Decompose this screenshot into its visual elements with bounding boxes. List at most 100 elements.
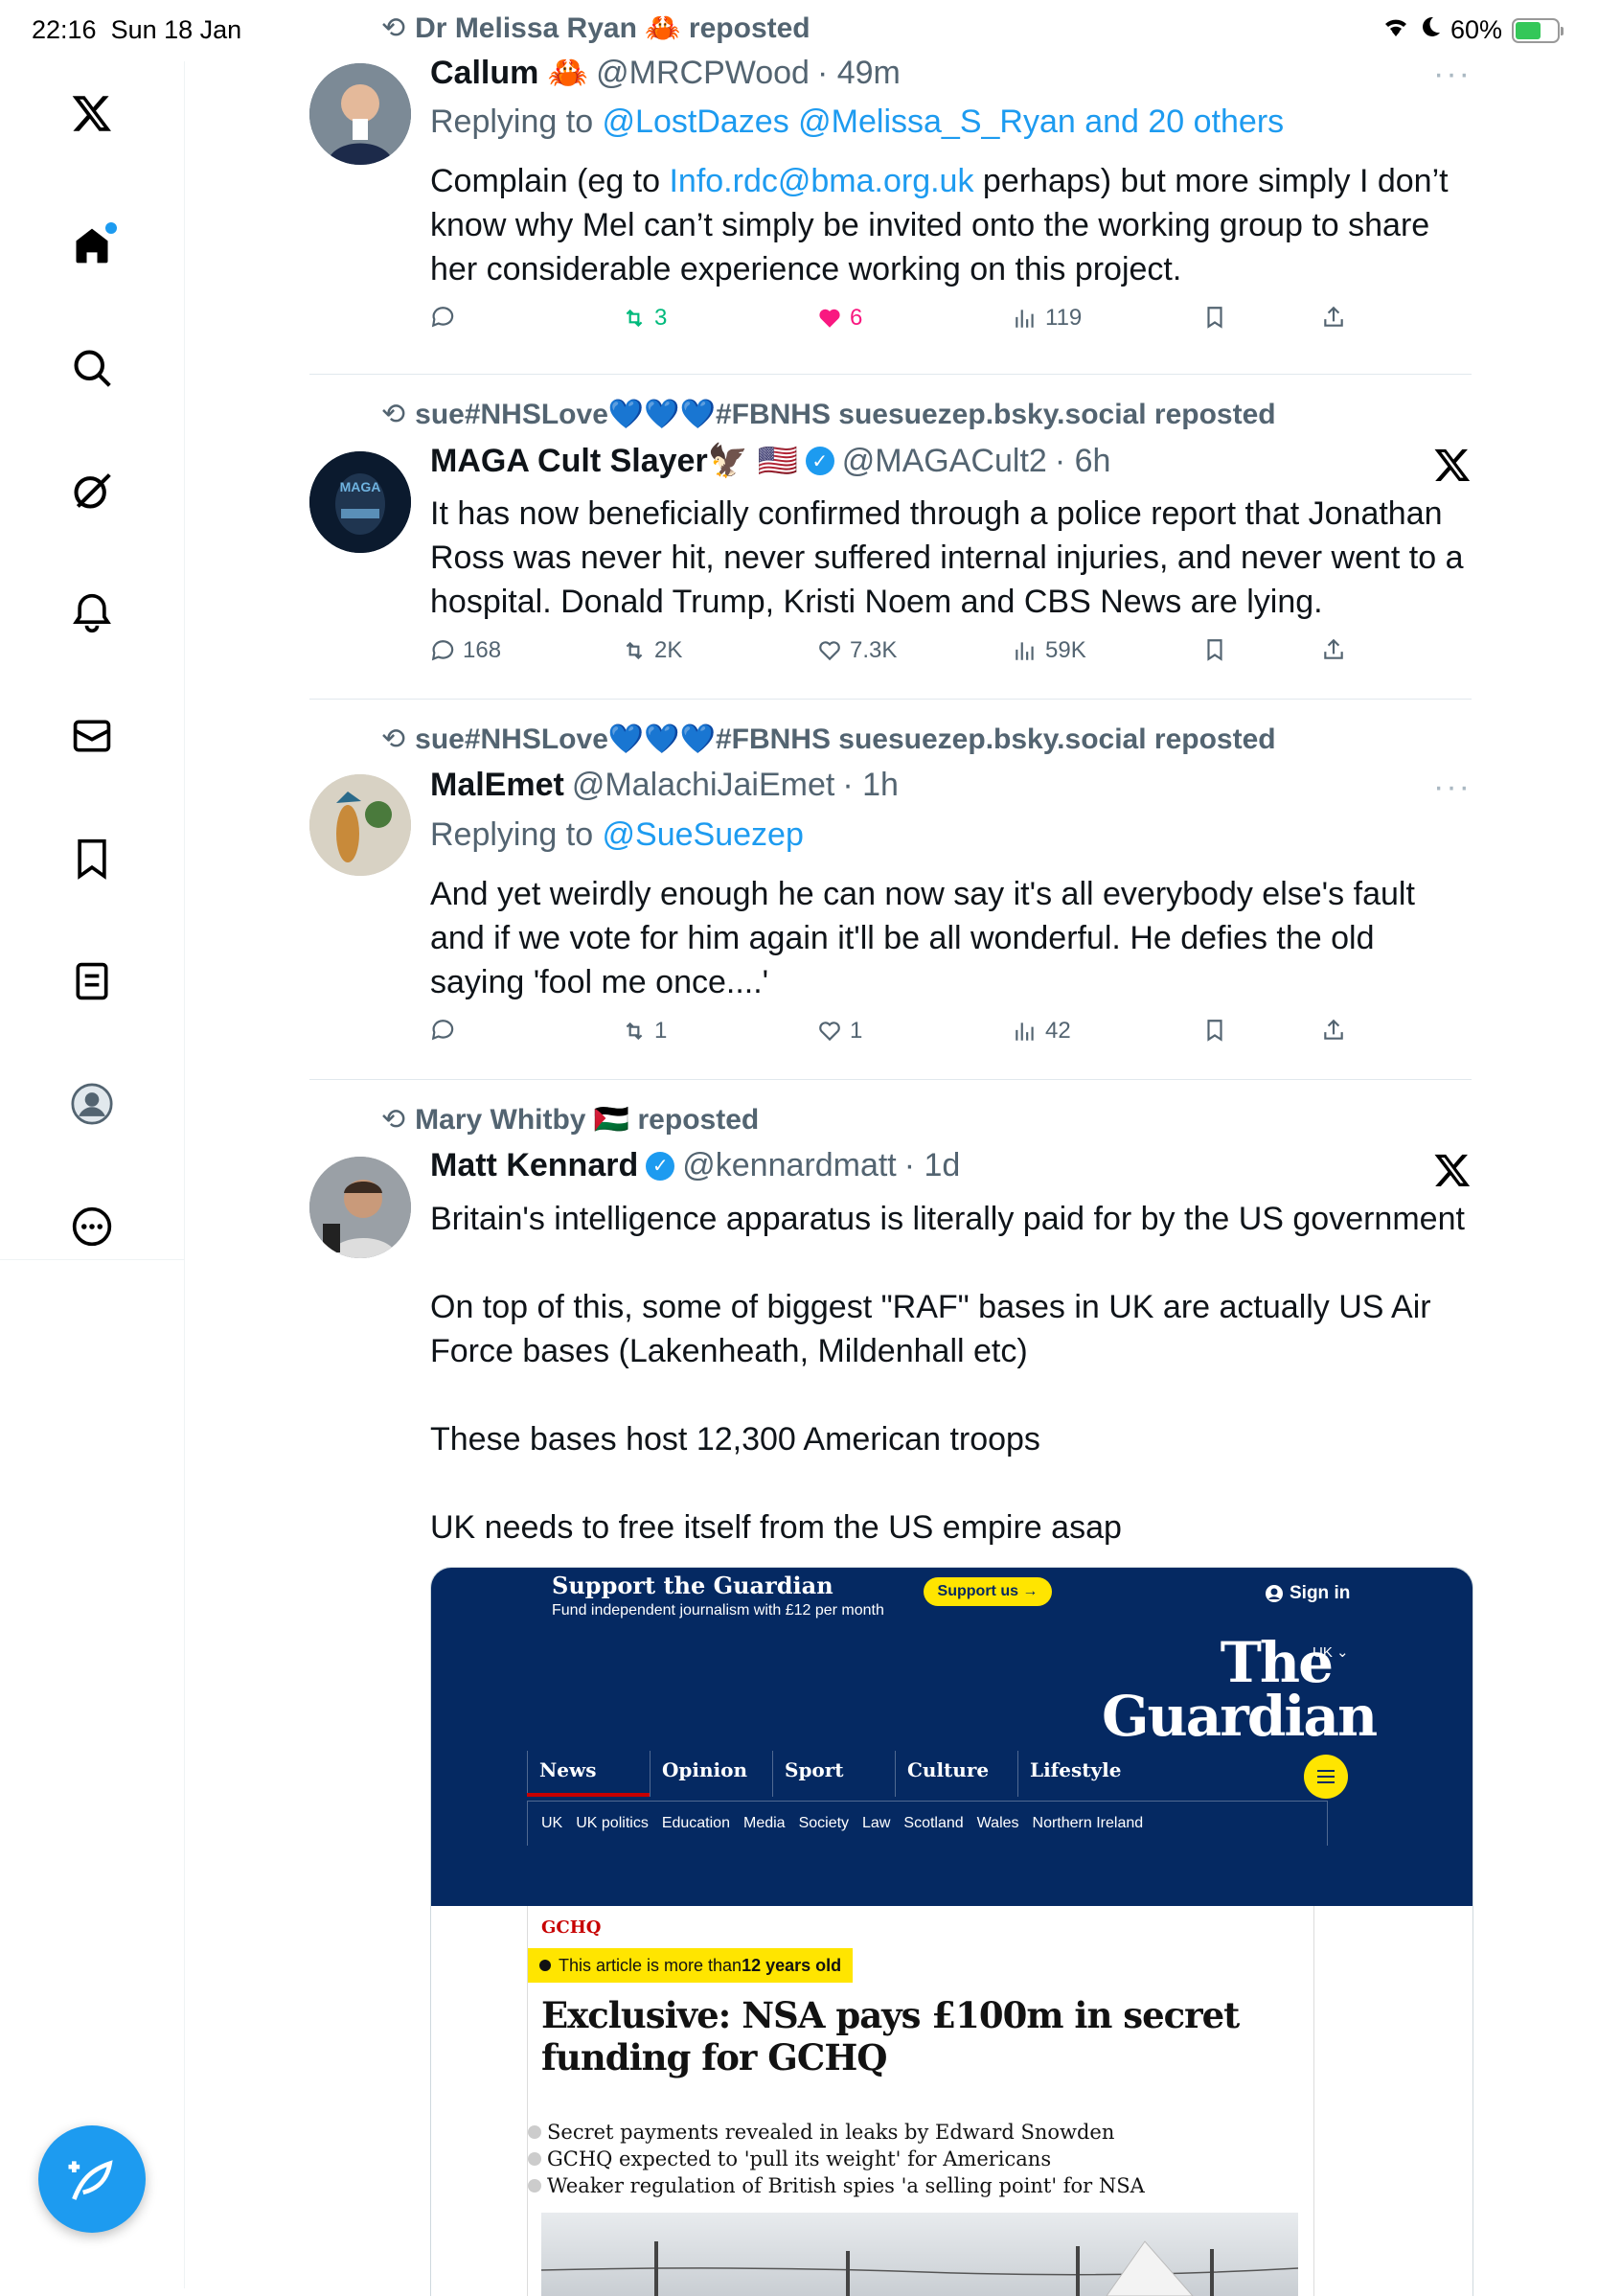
share-icon (1324, 638, 1343, 659)
timestamp[interactable]: · 49m (817, 55, 901, 92)
subnav-item[interactable]: Law (862, 1815, 890, 1832)
retweet-button[interactable]: 2K (622, 637, 682, 664)
avatar[interactable]: MAGA (309, 451, 411, 553)
reply-button[interactable] (430, 1018, 463, 1043)
subnav-item[interactable]: Wales (977, 1815, 1019, 1832)
subnav-item[interactable]: UK (541, 1815, 562, 1832)
share-button[interactable] (1321, 305, 1346, 330)
avatar[interactable] (309, 774, 411, 876)
profile-avatar-icon[interactable] (63, 1075, 121, 1133)
subnav-item[interactable]: Scotland (903, 1815, 963, 1832)
like-button[interactable]: 7.3K (817, 637, 897, 664)
bookmark-button[interactable] (1202, 1018, 1227, 1043)
retweet-icon (626, 1022, 643, 1041)
grok-icon[interactable] (63, 462, 121, 519)
article-headline[interactable]: Exclusive: NSA pays £100m in secret fund… (541, 1994, 1298, 2078)
clock-icon (539, 1960, 551, 1971)
handle[interactable]: @MalachiJaiEmet (572, 767, 835, 804)
bullet-item: GCHQ expected to 'pull its weight' for A… (528, 2146, 1294, 2172)
menu-button[interactable] (1304, 1755, 1348, 1799)
nav-active-indicator (527, 1793, 650, 1797)
subnav-item[interactable]: Northern Ireland (1033, 1815, 1144, 1832)
messages-icon[interactable] (63, 707, 121, 765)
x-logo-icon[interactable] (63, 84, 121, 142)
search-icon[interactable] (63, 339, 121, 397)
reply-button[interactable]: 168 (430, 637, 501, 664)
guardian-subnav: UK UK politics Education Media Society L… (527, 1801, 1328, 1846)
guardian-logo[interactable]: The Guardian (1102, 1635, 1378, 1744)
battery-icon (1512, 17, 1564, 43)
views-button[interactable]: 119 (1013, 305, 1082, 332)
timestamp[interactable]: · 1d (904, 1147, 961, 1184)
share-button[interactable] (1321, 637, 1346, 662)
handle[interactable]: @kennardmatt (682, 1147, 897, 1184)
handle[interactable]: @MAGACult2 (842, 443, 1047, 480)
article-kicker[interactable]: GCHQ (541, 1917, 601, 1938)
bookmark-button[interactable] (1202, 305, 1227, 330)
sign-in-link[interactable]: Sign in (1265, 1583, 1350, 1604)
lists-icon[interactable] (63, 953, 121, 1010)
display-name[interactable]: MalEmet (430, 767, 564, 804)
subnav-item[interactable]: Media (743, 1815, 786, 1832)
subnav-item[interactable]: UK politics (576, 1815, 649, 1832)
replying-to: Replying to @LostDazes @Melissa_S_Ryan a… (430, 103, 1285, 140)
more-options-icon[interactable] (63, 1198, 121, 1255)
bookmark-button[interactable] (1202, 637, 1227, 662)
support-subtitle: Fund independent journalism with £12 per… (552, 1602, 884, 1619)
repost-icon: ⟲ (381, 723, 406, 755)
tweet[interactable]: ⟲ Dr Melissa Ryan 🦀 reposted Callum 🦀 @M… (309, 0, 1472, 374)
views-button[interactable]: 42 (1013, 1018, 1071, 1045)
compose-button[interactable] (38, 2125, 146, 2233)
notifications-icon[interactable] (63, 585, 121, 642)
guardian-article: GCHQ This article is more than 12 years … (527, 1906, 1314, 2296)
bookmarks-icon[interactable] (63, 830, 121, 887)
replying-to-link[interactable]: @LostDazes @Melissa_S_Ryan and 20 others (603, 103, 1285, 140)
share-button[interactable] (1321, 1018, 1346, 1043)
views-icon (1016, 1022, 1034, 1041)
repost-by: sue#NHSLove💙💙💙#FBNHS suesuezep.bsky.soci… (415, 723, 1276, 755)
views-icon (1016, 642, 1034, 660)
tweet[interactable]: ⟲ sue#NHSLove💙💙💙#FBNHS suesuezep.bsky.so… (309, 700, 1472, 1079)
home-icon[interactable] (63, 217, 121, 274)
more-options-icon[interactable]: ··· (1433, 56, 1472, 93)
timestamp[interactable]: · 1h (842, 767, 899, 804)
account-icon (1266, 1585, 1283, 1602)
like-button[interactable]: 1 (817, 1018, 862, 1045)
tweet-actions: 1 1 42 (430, 1018, 1350, 1056)
bullet-item: Weaker regulation of British spies 'a se… (528, 2172, 1294, 2199)
nav-lifestyle[interactable]: Lifestyle (1017, 1751, 1140, 1797)
more-options-icon[interactable]: ··· (1433, 769, 1472, 806)
subnav-item[interactable]: Society (799, 1815, 849, 1832)
x-logo-icon[interactable] (1433, 446, 1472, 484)
tweet-header: Callum 🦀 @MRCPWood · 49m (430, 54, 901, 92)
display-name[interactable]: Matt Kennard (430, 1147, 638, 1184)
tweet[interactable]: ⟲ sue#NHSLove💙💙💙#FBNHS suesuezep.bsky.so… (309, 375, 1472, 699)
tweet[interactable]: ⟲ Mary Whitby 🇵🇸 reposted Matt Kennard ✓… (309, 1080, 1472, 1559)
views-button[interactable]: 59K (1013, 637, 1086, 664)
nav-opinion[interactable]: Opinion (650, 1751, 772, 1797)
retweet-button[interactable]: 1 (622, 1018, 667, 1045)
retweet-button[interactable]: 3 (622, 305, 667, 332)
replying-to-link[interactable]: @SueSuezep (603, 816, 804, 853)
display-name[interactable]: MAGA Cult Slayer🦅 🇺🇸 (430, 442, 798, 480)
nav-sport[interactable]: Sport (772, 1751, 895, 1797)
handle[interactable]: @MRCPWood (596, 55, 810, 92)
x-logo-icon[interactable] (1433, 1151, 1472, 1189)
reply-button[interactable] (430, 305, 463, 330)
support-us-button[interactable]: Support us → (924, 1577, 1052, 1606)
avatar[interactable] (309, 1157, 411, 1258)
avatar[interactable] (309, 63, 411, 165)
sidebar-border (184, 1259, 185, 2288)
repost-icon: ⟲ (381, 399, 406, 430)
subnav-item[interactable]: Education (662, 1815, 730, 1832)
tweet-text: Britain's intelligence apparatus is lite… (430, 1201, 1465, 1546)
like-button[interactable]: 6 (817, 305, 862, 332)
timestamp[interactable]: · 6h (1055, 443, 1111, 480)
nav-culture[interactable]: Culture (895, 1751, 1017, 1797)
nav-news[interactable]: News (527, 1751, 650, 1797)
email-link[interactable]: Info.rdc@bma.org.uk (669, 163, 973, 199)
link-preview-card[interactable]: Support the Guardian Fund independent jo… (430, 1567, 1473, 2296)
display-name[interactable]: Callum 🦀 (430, 54, 588, 92)
bookmark-icon (1207, 639, 1222, 661)
retweet-icon (626, 641, 643, 660)
